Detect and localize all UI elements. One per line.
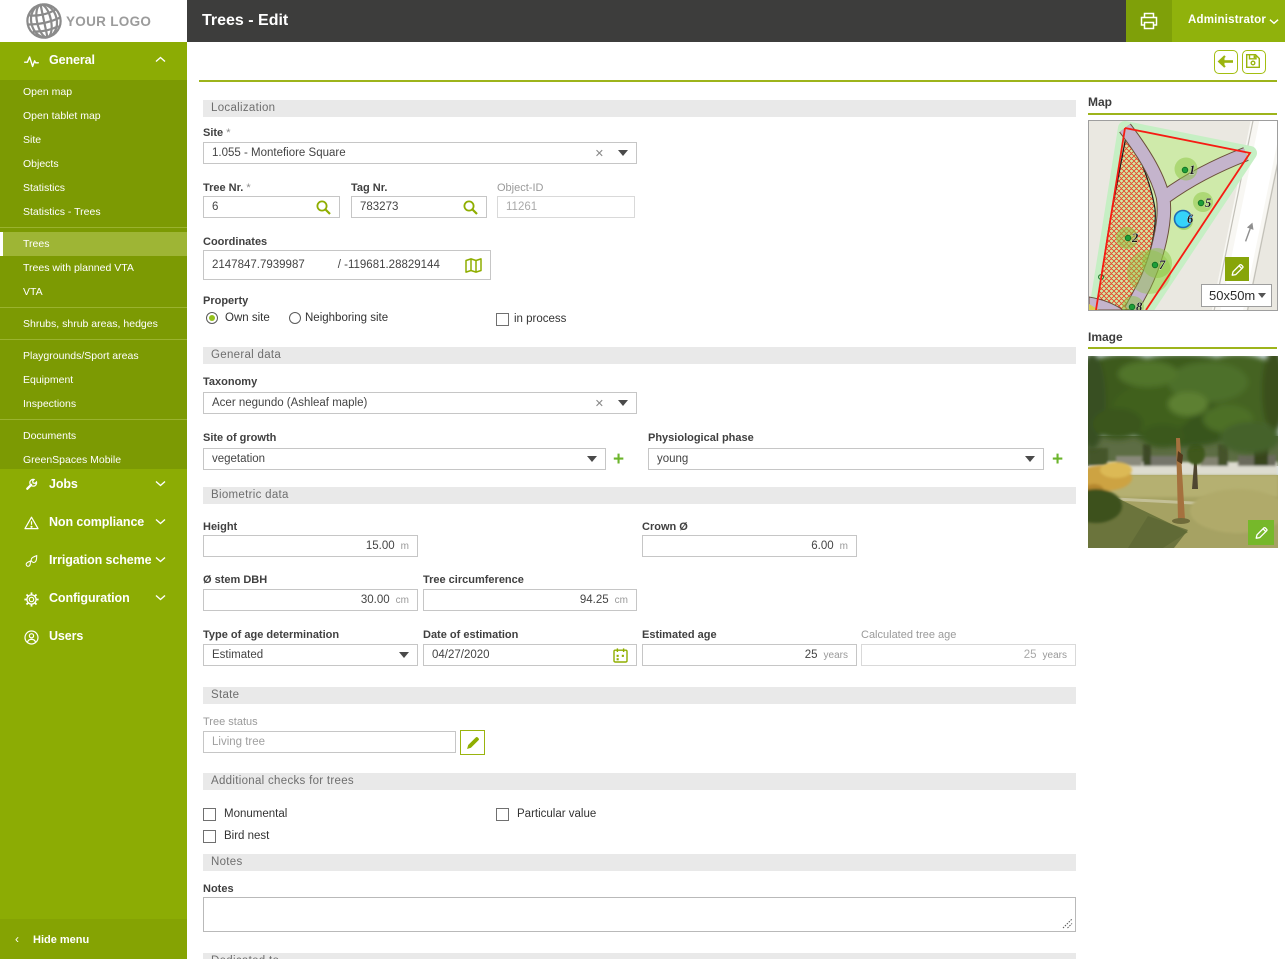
svg-text:8: 8 <box>1136 300 1143 310</box>
svg-text:7: 7 <box>1159 258 1166 272</box>
svg-text:2: 2 <box>1131 231 1138 245</box>
svg-text:1: 1 <box>1189 163 1195 177</box>
svg-text:5: 5 <box>1205 196 1211 210</box>
svg-text:6: 6 <box>1187 212 1194 226</box>
